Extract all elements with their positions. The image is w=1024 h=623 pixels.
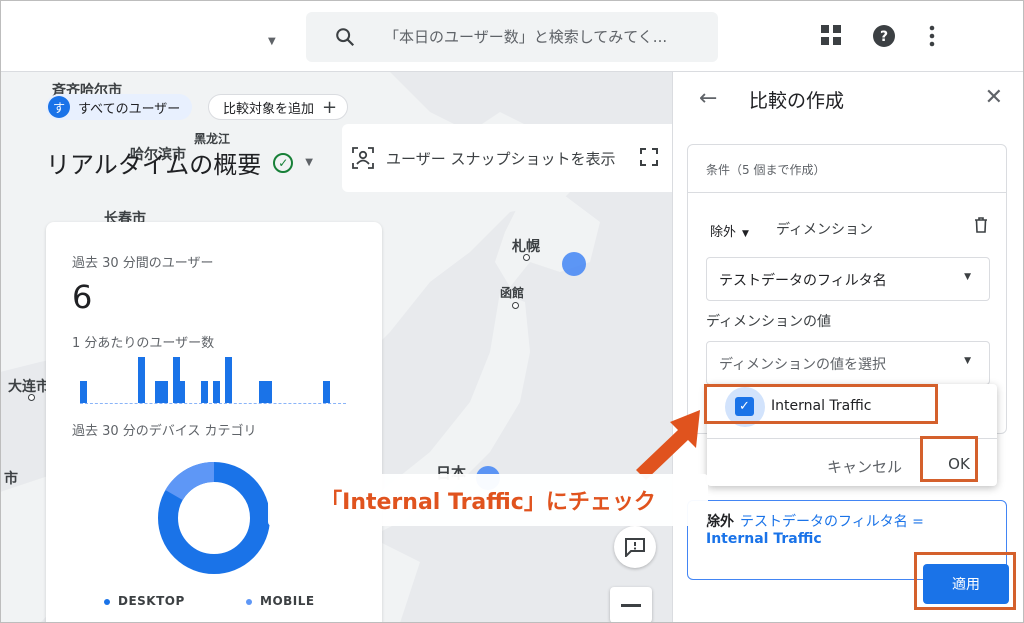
chevron-down-icon: ▼ bbox=[742, 229, 749, 239]
dimension-value-label: ディメンションの値 bbox=[706, 314, 832, 330]
plus-icon: + bbox=[322, 96, 338, 118]
option-internal-traffic[interactable]: ✓ Internal Traffic bbox=[707, 384, 997, 428]
map-city-label: 大连市 bbox=[8, 379, 50, 395]
dimension-value-select[interactable]: ディメンションの値を選択 ▼ bbox=[706, 341, 990, 385]
top-bar: ▼ ? bbox=[0, 0, 1024, 72]
device-donut-chart[interactable] bbox=[156, 460, 272, 576]
city-marker-icon bbox=[28, 394, 35, 401]
dimension-value-placeholder: ディメンションの値を選択 bbox=[719, 357, 887, 373]
active-user-dot[interactable] bbox=[562, 252, 586, 276]
search-input[interactable] bbox=[382, 22, 712, 52]
legend-mobile-label: MOBILE bbox=[260, 594, 315, 608]
users-30min-label: 過去 30 分間のユーザー bbox=[72, 256, 214, 271]
search-box[interactable] bbox=[306, 12, 718, 62]
device-category-label: 過去 30 分のデバイス カテゴリ bbox=[72, 424, 257, 439]
per-minute-bar[interactable] bbox=[160, 381, 168, 403]
page-title: リアルタイムの概要 ✓ ▼ bbox=[46, 145, 313, 180]
summary-value: Internal Traffic bbox=[706, 531, 822, 547]
users-per-minute-label: 1 分あたりのユーザー数 bbox=[72, 336, 215, 351]
panel-header: ← 比較の作成 ✕ bbox=[673, 72, 1024, 124]
chevron-down-icon[interactable]: ▼ bbox=[305, 157, 313, 168]
per-minute-bar[interactable] bbox=[265, 381, 273, 403]
all-users-chip[interactable]: す すべてのユーザー bbox=[46, 94, 193, 120]
help-icon[interactable]: ? bbox=[872, 24, 896, 48]
realtime-summary-card: 過去 30 分間のユーザー 6 1 分あたりのユーザー数 過去 30 分のデバイ… bbox=[46, 222, 382, 623]
ok-button[interactable]: OK bbox=[937, 446, 981, 482]
cancel-button[interactable]: キャンセル bbox=[827, 456, 902, 477]
search-icon bbox=[336, 28, 355, 47]
close-icon[interactable]: ✕ bbox=[985, 85, 1003, 110]
svg-text:?: ? bbox=[880, 29, 888, 45]
trash-icon[interactable] bbox=[974, 217, 988, 233]
per-minute-bar[interactable] bbox=[322, 381, 330, 403]
annotation-arrow-icon bbox=[636, 410, 700, 480]
feedback-button[interactable] bbox=[614, 526, 656, 568]
city-marker-icon bbox=[512, 302, 519, 309]
user-snapshot-label: ユーザー スナップショットを表示 bbox=[386, 149, 616, 168]
create-comparison-panel: ← 比較の作成 ✕ 条件（5 個まで作成） 除外 ▼ ディメンション テストデータ… bbox=[672, 72, 1024, 623]
chevron-down-icon: ▼ bbox=[964, 272, 971, 282]
legend-dot-icon bbox=[246, 598, 252, 605]
include-exclude-dropdown[interactable]: 除外 ▼ bbox=[710, 221, 749, 240]
per-minute-bar[interactable] bbox=[201, 381, 209, 403]
per-minute-bar[interactable] bbox=[213, 381, 220, 403]
more-vert-icon[interactable] bbox=[928, 24, 936, 48]
dimension-select-value: テストデータのフィルタ名 bbox=[719, 273, 887, 289]
per-minute-bar[interactable] bbox=[80, 381, 87, 403]
feedback-icon bbox=[625, 538, 645, 557]
add-comparison-label: 比較対象を追加 bbox=[223, 101, 315, 117]
map-city-label: 札幌 bbox=[512, 239, 540, 255]
users-30min-value: 6 bbox=[72, 278, 93, 316]
legend-desktop: DESKTOP bbox=[104, 594, 185, 608]
city-marker-icon bbox=[523, 254, 530, 261]
person-snapshot-icon bbox=[352, 147, 374, 169]
legend-desktop-label: DESKTOP bbox=[118, 594, 185, 608]
annotation-callout: 「Internal Traffic」にチェック bbox=[268, 474, 708, 526]
page-title-text: リアルタイムの概要 bbox=[46, 151, 262, 179]
chevron-down-icon: ▼ bbox=[964, 356, 971, 366]
apps-grid-icon[interactable] bbox=[820, 24, 842, 46]
minus-icon bbox=[621, 603, 641, 607]
apply-button[interactable]: 適用 bbox=[923, 564, 1009, 604]
check-circle-icon[interactable]: ✓ bbox=[273, 152, 294, 173]
property-dropdown-caret-icon[interactable]: ▼ bbox=[268, 36, 276, 47]
per-minute-bar[interactable] bbox=[178, 381, 186, 403]
per-minute-bar[interactable] bbox=[224, 357, 232, 403]
per-minute-bar[interactable] bbox=[137, 357, 145, 403]
dimension-label: ディメンション bbox=[776, 222, 874, 238]
option-label: Internal Traffic bbox=[771, 398, 872, 414]
fullscreen-icon[interactable] bbox=[640, 148, 658, 166]
dropdown-divider bbox=[707, 438, 997, 439]
user-snapshot-button[interactable]: ユーザー スナップショットを表示 bbox=[342, 124, 672, 192]
zoom-out-button[interactable] bbox=[610, 587, 652, 623]
add-comparison-button[interactable]: 比較対象を追加 + bbox=[208, 94, 349, 120]
condition-header: 条件（5 個まで作成） bbox=[688, 145, 1006, 193]
users-per-minute-chart[interactable] bbox=[80, 352, 346, 404]
legend-dot-icon bbox=[104, 598, 110, 605]
map-city-label: 市 bbox=[4, 471, 18, 487]
exclude-label: 除外 bbox=[710, 225, 737, 240]
summary-exclude: 除外 bbox=[706, 514, 734, 530]
legend-mobile: MOBILE bbox=[246, 594, 315, 608]
dimension-value-dropdown: ✓ Internal Traffic キャンセル OK bbox=[707, 384, 997, 486]
back-arrow-icon[interactable]: ← bbox=[699, 86, 717, 111]
map-city-label: 函館 bbox=[500, 286, 525, 300]
summary-dimension: テストデータのフィルタ名 = bbox=[740, 514, 924, 530]
donut-mobile-slice bbox=[165, 461, 215, 501]
segment-avatar: す bbox=[48, 96, 70, 118]
panel-title: 比較の作成 bbox=[749, 90, 845, 112]
checkbox-checked-icon[interactable]: ✓ bbox=[735, 397, 754, 416]
all-users-label: すべてのユーザー bbox=[78, 101, 181, 117]
dimension-select[interactable]: テストデータのフィルタ名 ▼ bbox=[706, 257, 990, 301]
